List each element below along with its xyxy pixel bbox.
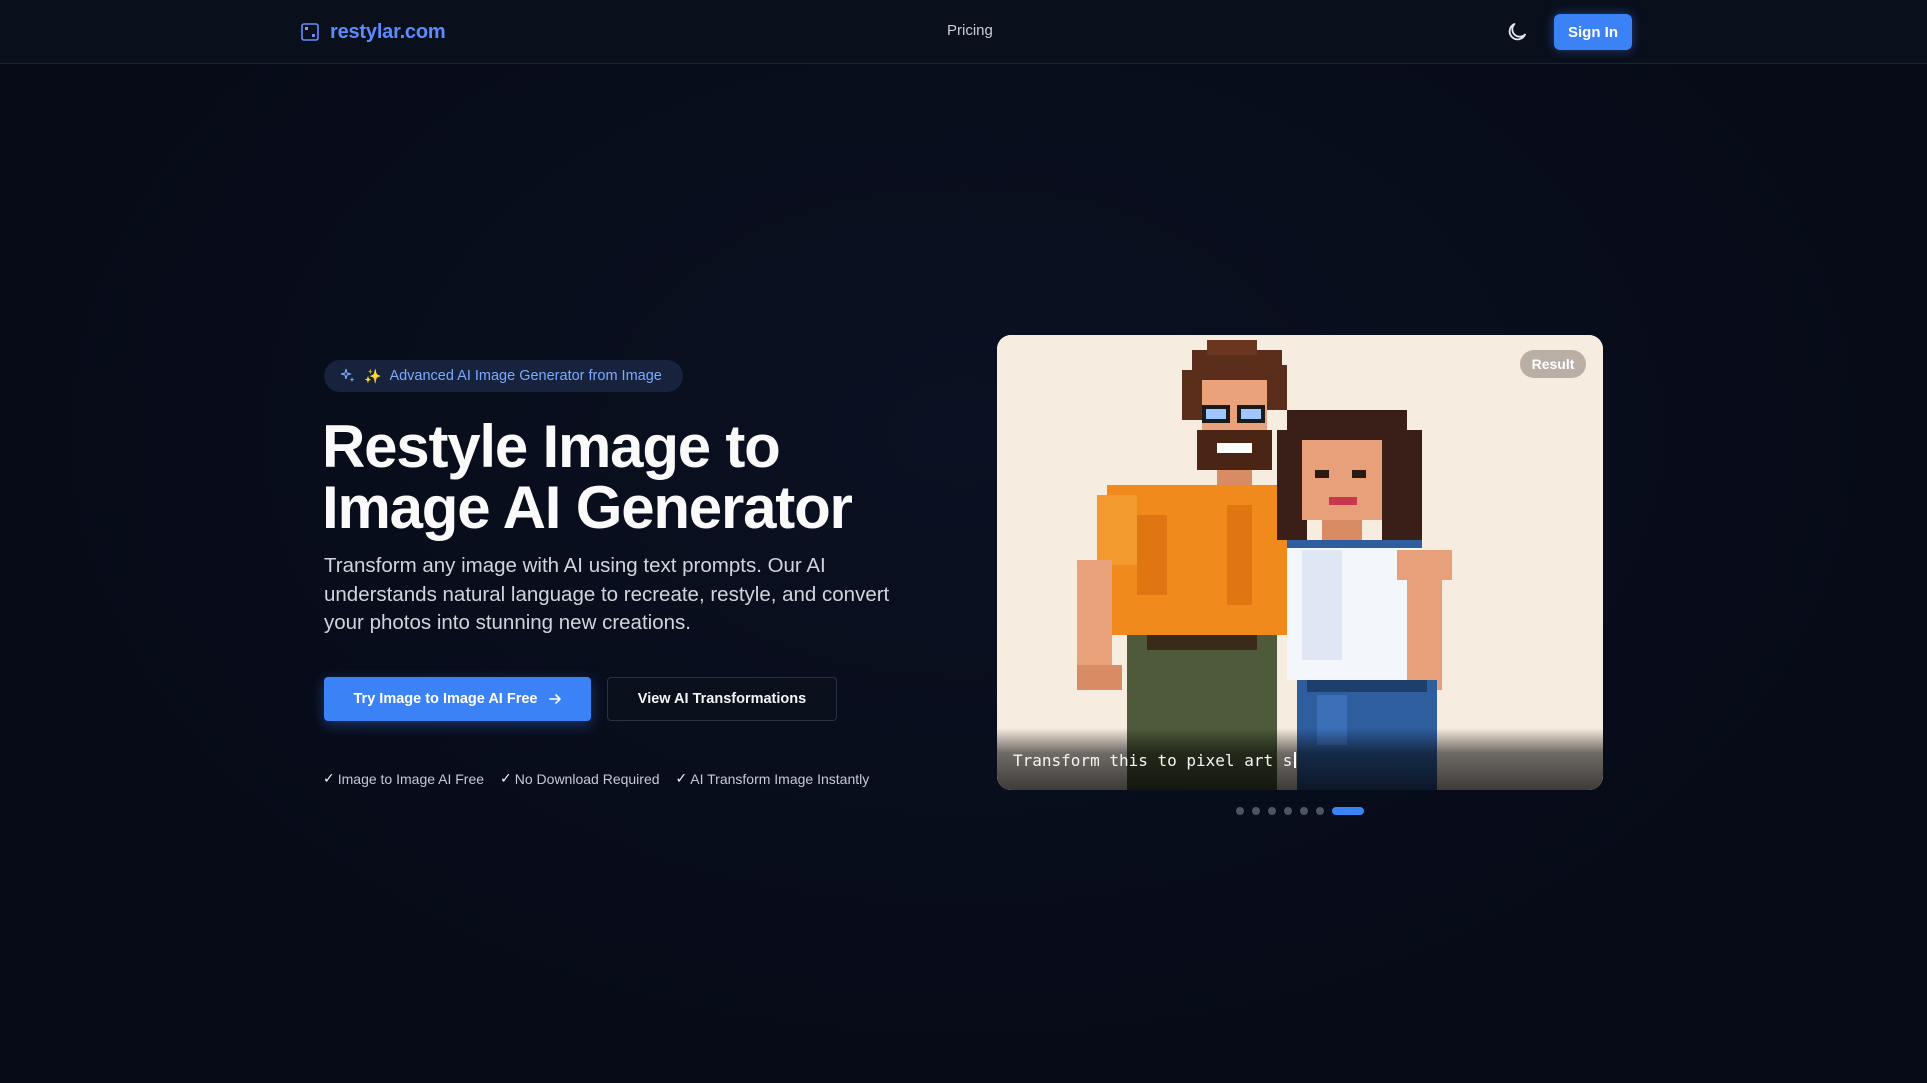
feature-label: No Download Required <box>514 770 660 787</box>
site-header: restylar.com Pricing Sign In <box>0 0 1927 64</box>
text-cursor <box>1294 752 1297 768</box>
view-transformations-button[interactable]: View AI Transformations <box>607 677 837 721</box>
carousel-dot[interactable] <box>1316 807 1324 815</box>
feature-list: ✓ Image to Image AI Free ✓ No Download R… <box>323 770 869 787</box>
hero-badge-text: Advanced AI Image Generator from Image <box>389 368 662 384</box>
nav-pricing-link[interactable]: Pricing <box>947 22 993 39</box>
feature-label: AI Transform Image Instantly <box>690 770 870 787</box>
carousel-dots <box>1236 807 1364 815</box>
try-free-label: Try Image to Image AI Free <box>353 691 538 707</box>
hero-subtitle: Transform any image with AI using text p… <box>324 554 890 634</box>
logo-icon <box>301 23 319 41</box>
prompt-text: Transform this to pixel art s <box>1013 751 1293 770</box>
sparkles-icon <box>340 368 355 382</box>
carousel-dot[interactable] <box>1300 807 1308 815</box>
try-free-button[interactable]: Try Image to Image AI Free <box>324 677 591 721</box>
feature-label: Image to Image AI Free <box>337 770 485 787</box>
carousel-dot-active[interactable] <box>1332 807 1364 815</box>
result-badge: Result <box>1520 350 1586 378</box>
carousel-dot[interactable] <box>1268 807 1276 815</box>
check-icon: ✓ <box>500 770 512 786</box>
showcase-card: Result Transform this to pixel art s <box>997 335 1603 790</box>
carousel-dot[interactable] <box>1284 807 1292 815</box>
check-icon: ✓ <box>323 770 335 786</box>
hero-title: Restyle Image to Image AI Generator <box>322 413 853 541</box>
star-sparkle-icon: ✨ <box>364 367 382 384</box>
carousel-dot[interactable] <box>1252 807 1260 815</box>
logo-text: restylar.com <box>330 20 446 43</box>
pixel-art-couple-image <box>997 335 1603 790</box>
hero-badge: ✨ Advanced AI Image Generator from Image <box>324 360 683 392</box>
moon-icon[interactable] <box>1505 20 1529 44</box>
check-icon: ✓ <box>675 770 688 786</box>
prompt-typing-text: Transform this to pixel art s <box>1013 751 1297 770</box>
feature-item: ✓ Image to Image AI Free <box>323 770 484 787</box>
sign-in-button[interactable]: Sign In <box>1554 14 1632 50</box>
arrow-right-icon <box>548 694 561 704</box>
feature-item: ✓ No Download Required <box>500 770 660 787</box>
feature-item: ✓ AI Transform Image Instantly <box>676 770 870 787</box>
carousel-dot[interactable] <box>1236 807 1244 815</box>
logo-link[interactable]: restylar.com <box>300 19 446 45</box>
